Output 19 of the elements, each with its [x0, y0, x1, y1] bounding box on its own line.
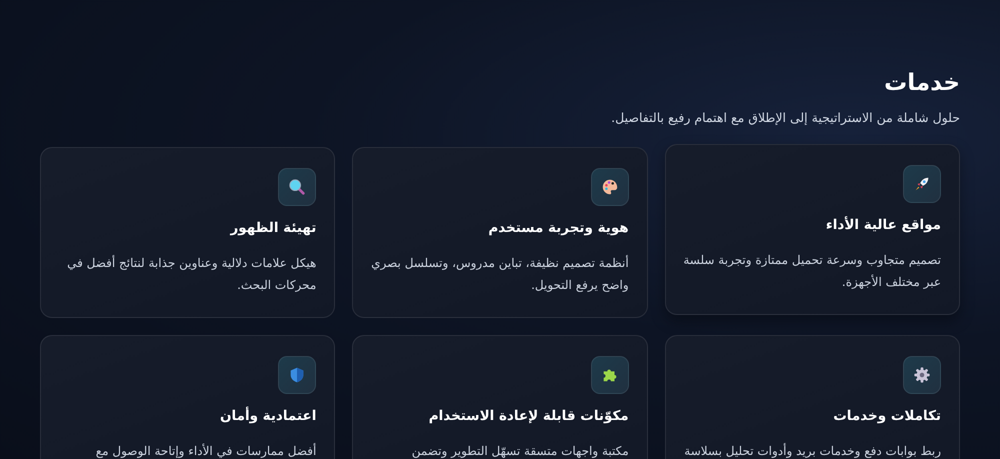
section-title: خدمات — [883, 70, 960, 96]
section-subtitle: حلول شاملة من الاستراتيجية إلى الإطلاق مع اهتمام رفيع بالتفاصيل. — [610, 110, 960, 125]
palette-icon — [600, 178, 619, 196]
card-title: هوية وتجربة مستخدم — [487, 220, 629, 236]
card-description: تصميم متجاوب وسرعة تحميل ممتازة وتجربة سلسة عبر مختلف الأجهزة. — [682, 252, 941, 291]
card-description: مكتبة واجهات متسقة تسهّل التطوير وتضمن — [410, 443, 629, 459]
card-title: تهيئة الظهور — [229, 220, 316, 236]
card-title: اعتمادية وأمان — [219, 408, 316, 424]
card-title: تكاملات وخدمات — [832, 408, 941, 424]
card-description: أفضل ممارسات في الأداء وإتاحة الوصول مع — [94, 442, 316, 459]
card-title: مكوّنات قابلة لإعادة الاستخدام — [428, 408, 629, 424]
card-description: هيكل علامات دلالية وعناوين جذابة لنتائج أفضل في محركات البحث. — [66, 254, 316, 294]
rocket-icon — [913, 175, 931, 193]
card-description: ربط بوابات دفع وخدمات بريد وأدوات تحليل بسلاسة — [683, 442, 941, 459]
card-description: أنظمة تصميم نظيفة، تباين مدروس، وتسلسل بصري واضح يرفع التحويل. — [370, 254, 629, 294]
card-title: مواقع عالية الأداء — [824, 217, 941, 233]
magnifier-icon — [288, 178, 306, 196]
shield-icon — [288, 366, 306, 384]
gear-icon — [913, 366, 931, 384]
